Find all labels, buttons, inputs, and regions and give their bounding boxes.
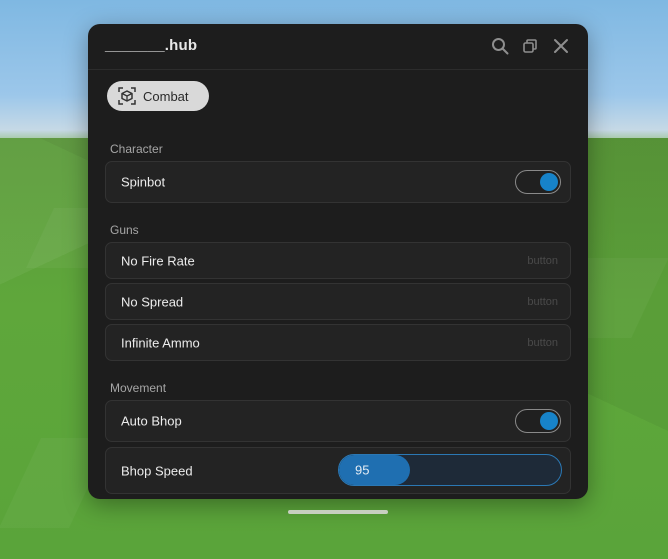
auto-bhop-toggle[interactable] [515,409,561,433]
bhop-speed-value: 95 [355,462,370,478]
search-button[interactable] [489,35,511,57]
auto-bhop-row[interactable]: Auto Bhop [105,400,571,442]
search-icon [492,38,509,55]
button-hint: button [527,336,558,349]
hub-window: _______.hub Combat Character Spinbot Gun… [88,24,588,499]
close-icon [554,39,568,53]
button-hint: button [527,254,558,267]
no-fire-rate-label: No Fire Rate [121,253,195,268]
game-viewport: _______.hub Combat Character Spinbot Gun… [0,0,668,559]
infinite-ammo-label: Infinite Ammo [121,335,200,350]
auto-bhop-label: Auto Bhop [121,413,182,429]
bhop-speed-label: Bhop Speed [121,463,193,478]
no-spread-button[interactable]: No Spread button [105,283,571,320]
bhop-speed-slider[interactable]: 95 [338,454,562,486]
spinbot-toggle[interactable] [515,170,561,194]
close-button[interactable] [550,35,572,57]
home-indicator[interactable] [288,510,388,514]
spinbot-toggle-knob [540,173,558,191]
no-spread-label: No Spread [121,294,184,309]
title-bar[interactable]: _______.hub [88,24,588,70]
cube-icon [118,87,136,105]
bhop-speed-slider-fill[interactable] [339,455,411,485]
spinbot-label: Spinbot [121,174,166,190]
section-guns-label: Guns [110,223,139,237]
restore-icon [523,39,537,53]
window-title: _______.hub [105,37,198,54]
button-hint: button [527,295,558,308]
bhop-speed-row: Bhop Speed 95 [105,447,571,494]
restore-button[interactable] [519,35,541,57]
tab-combat[interactable]: Combat [107,81,209,111]
auto-bhop-toggle-knob [540,412,558,430]
spinbot-row[interactable]: Spinbot [105,161,571,203]
infinite-ammo-button[interactable]: Infinite Ammo button [105,324,571,361]
section-character-label: Character [110,142,163,156]
tab-combat-label: Combat [143,88,189,104]
section-movement-label: Movement [110,381,167,395]
no-fire-rate-button[interactable]: No Fire Rate button [105,242,571,279]
